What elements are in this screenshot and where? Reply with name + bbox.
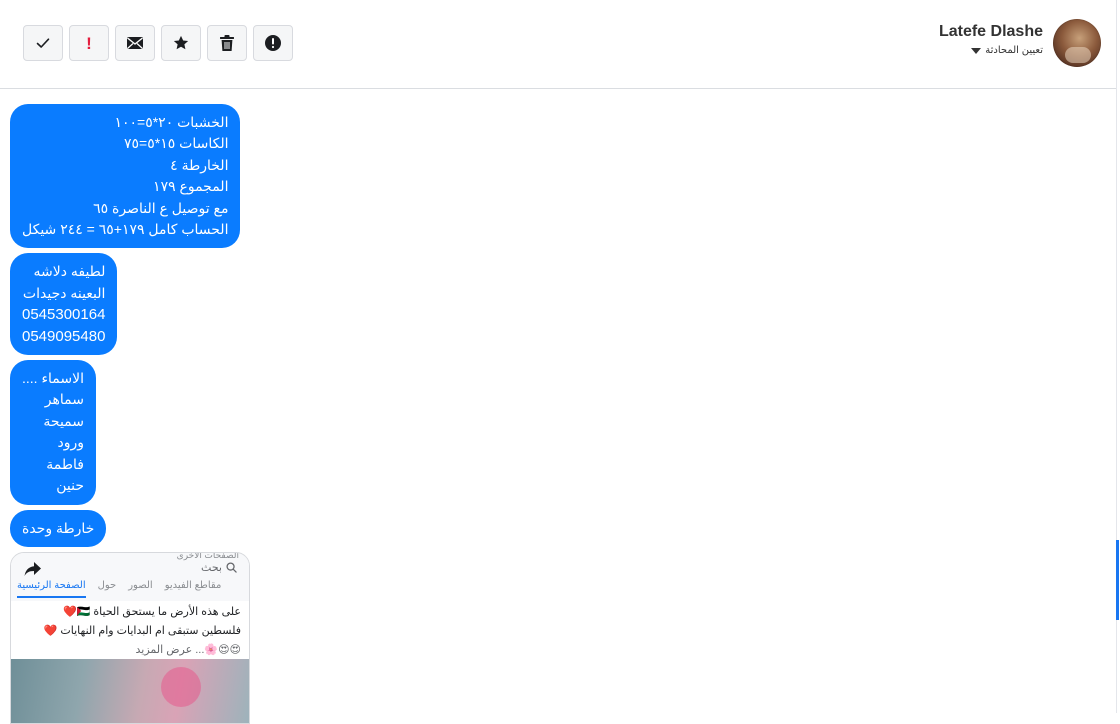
attachment-tabs: الصفحة الرئيسية حول الصور مقاطع الفيديو <box>17 580 243 598</box>
attachment-search-text: بحث <box>201 561 222 574</box>
thread-toolbar: ! <box>23 25 293 61</box>
message-line: الخشبات ٢٠*٥=١٠٠ <box>114 114 229 130</box>
attachment-search: بحث <box>201 561 237 574</box>
envelope-icon <box>126 36 144 50</box>
share-arrow-icon[interactable] <box>23 559 43 579</box>
message-line: حنين <box>56 477 84 494</box>
trash-icon <box>219 34 235 52</box>
thread-header: ! Latefe Dlashe تعيين المحادثة <box>0 0 1116 89</box>
post-line: فلسطين ستبقى ام البدايات وام النهايات ❤️ <box>43 624 241 637</box>
attachment-tab: حول <box>97 579 117 591</box>
message-line: الاسماء .... <box>22 370 84 387</box>
search-icon <box>226 562 237 573</box>
mark-unread-button[interactable] <box>115 25 155 61</box>
exclamation-icon: ! <box>86 33 92 53</box>
message-bubble[interactable]: لطيفه دلاشه البعينه دجيدات 0545300164 05… <box>10 253 118 356</box>
attachment-tab: مقاطع الفيديو <box>164 579 222 591</box>
delete-button[interactable] <box>207 25 247 61</box>
phone-number: 0549095480 <box>22 327 106 345</box>
message-line: خارطة وحدة <box>22 519 95 536</box>
message-bubble[interactable]: الخشبات ٢٠*٥=١٠٠ الكاسات ١٥*٥=٧٥ الخارطة… <box>10 104 241 249</box>
post-line: 😍😍🌸... عرض المزيد <box>135 643 241 656</box>
caret-down-icon <box>971 47 982 54</box>
message-line: لطيفه دلاشه <box>33 263 106 280</box>
assign-conversation-dropdown[interactable]: تعيين المحادثة <box>939 45 1043 56</box>
message-bubble[interactable]: الاسماء .... سماهر سميحة ورود فاطمة حنين <box>10 360 96 505</box>
message-line: مع توصيل ع الناصرة ٦٥ <box>93 199 229 216</box>
attachment-tab: الصور <box>128 579 153 591</box>
star-icon <box>172 34 190 52</box>
attachment-tab: الصفحة الرئيسية <box>17 580 86 598</box>
mark-important-button[interactable]: ! <box>69 25 109 61</box>
phone-number: 0545300164 <box>22 306 106 324</box>
message-bubble[interactable]: خارطة وحدة <box>10 509 107 547</box>
attachment-cut-text: الصفحات الأخرى <box>176 551 239 560</box>
message-line: البعينه دجيدات <box>22 284 106 301</box>
contact-meta: Latefe Dlashe تعيين المحادثة <box>939 19 1043 56</box>
message-line: المجموع ١٧٩ <box>153 178 229 195</box>
attachment-photo <box>11 658 249 723</box>
report-spam-button[interactable] <box>253 25 293 61</box>
message-line: ورود <box>57 434 84 451</box>
shared-post-attachment[interactable]: الصفحات الأخرى بحث الصفحة الرئيسية حول ا… <box>10 551 250 724</box>
attachment-topbar: الصفحات الأخرى بحث الصفحة الرئيسية حول ا… <box>11 551 249 601</box>
alert-circle-icon <box>264 34 282 52</box>
scrollbar-thumb[interactable] <box>1116 540 1119 620</box>
avatar[interactable] <box>1053 19 1101 67</box>
message-line: الحساب كامل ١٧٩+٦٥ = ٢٤٤ شيكل <box>22 221 229 238</box>
contact-info: Latefe Dlashe تعيين المحادثة <box>939 19 1101 67</box>
check-icon <box>35 35 51 51</box>
star-button[interactable] <box>161 25 201 61</box>
post-line: على هذه الأرض ما يستحق الحياة 🇵🇸❤️ <box>62 605 241 618</box>
message-list: الخشبات ٢٠*٥=١٠٠ الكاسات ١٥*٥=٧٥ الخارطة… <box>10 104 250 724</box>
mark-done-button[interactable] <box>23 25 63 61</box>
message-line: سماهر <box>44 391 84 408</box>
assign-conversation-label: تعيين المحادثة <box>985 45 1043 56</box>
contact-name: Latefe Dlashe <box>938 23 1043 40</box>
message-line: الكاسات ١٥*٥=٧٥ <box>123 135 229 152</box>
message-line: الخارطة ٤ <box>170 156 229 173</box>
attachment-post-text: على هذه الأرض ما يستحق الحياة 🇵🇸❤️ فلسطي… <box>44 603 241 660</box>
message-line: سميحة <box>43 412 84 429</box>
message-line: فاطمة <box>46 455 84 472</box>
